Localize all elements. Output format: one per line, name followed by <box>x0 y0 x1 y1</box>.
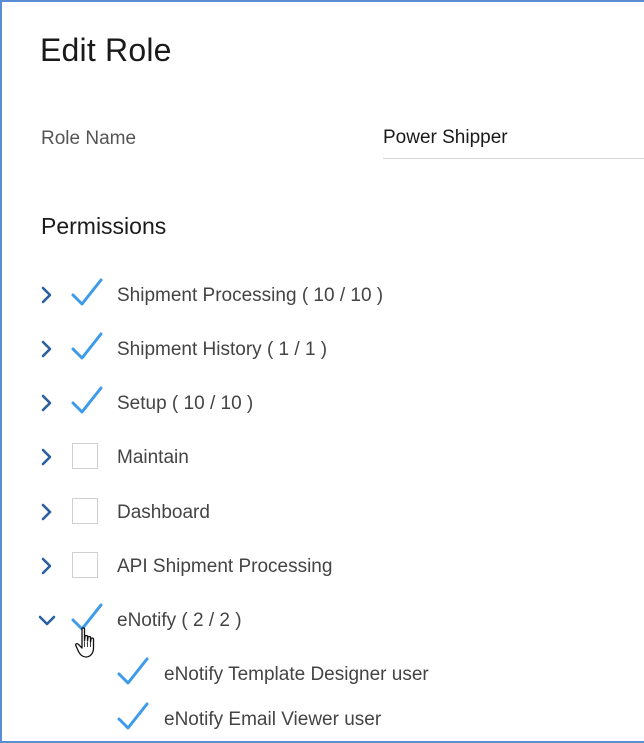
permission-checkbox[interactable] <box>117 702 149 731</box>
check-icon <box>117 657 149 685</box>
chevron-right-icon[interactable] <box>36 501 58 523</box>
permission-row-enotify-email-viewer: eNotify Email Viewer user <box>2 700 644 740</box>
role-name-label: Role Name <box>41 128 137 149</box>
edit-role-panel: Edit Role Role Name Permissions Shipment… <box>0 0 644 743</box>
permission-checkbox[interactable] <box>72 498 98 524</box>
permission-label: Dashboard <box>117 502 210 523</box>
permission-label: Shipment History ( 1 / 1 ) <box>117 339 328 360</box>
permission-label: Shipment Processing ( 10 / 10 ) <box>117 285 384 306</box>
chevron-right-icon[interactable] <box>36 555 58 577</box>
page-title: Edit Role <box>40 32 172 68</box>
permission-checkbox[interactable] <box>71 332 103 361</box>
chevron-right-icon[interactable] <box>36 338 58 360</box>
check-icon <box>71 278 103 306</box>
permission-label: Maintain <box>117 447 189 468</box>
permission-checkbox[interactable] <box>72 443 98 469</box>
permission-row-shipment-processing: Shipment Processing ( 10 / 10 ) <box>2 276 644 316</box>
chevron-right-icon[interactable] <box>36 446 58 468</box>
check-icon <box>71 386 103 414</box>
permission-checkbox[interactable] <box>117 657 149 686</box>
permission-row-dashboard: Dashboard <box>2 493 644 533</box>
permission-row-setup: Setup ( 10 / 10 ) <box>2 384 644 424</box>
permission-checkbox[interactable] <box>72 552 98 578</box>
check-icon <box>71 332 103 360</box>
permissions-heading: Permissions <box>41 213 167 239</box>
chevron-right-icon[interactable] <box>36 392 58 414</box>
permission-label: Setup ( 10 / 10 ) <box>117 393 254 414</box>
permission-row-shipment-history: Shipment History ( 1 / 1 ) <box>2 330 644 370</box>
chevron-right-icon[interactable] <box>36 284 58 306</box>
permission-checkbox[interactable] <box>71 386 103 415</box>
hand-pointer-icon <box>74 626 102 665</box>
check-icon <box>117 702 149 730</box>
permission-checkbox[interactable] <box>71 278 103 307</box>
permission-label: API Shipment Processing <box>117 556 333 577</box>
chevron-down-icon[interactable] <box>36 609 58 631</box>
permission-label: eNotify Email Viewer user <box>164 709 382 730</box>
permission-row-maintain: Maintain <box>2 438 644 478</box>
permission-row-api-shipment-processing: API Shipment Processing <box>2 547 644 587</box>
permission-label: eNotify ( 2 / 2 ) <box>117 610 242 631</box>
role-name-input[interactable] <box>383 118 644 159</box>
permission-label: eNotify Template Designer user <box>164 664 429 685</box>
